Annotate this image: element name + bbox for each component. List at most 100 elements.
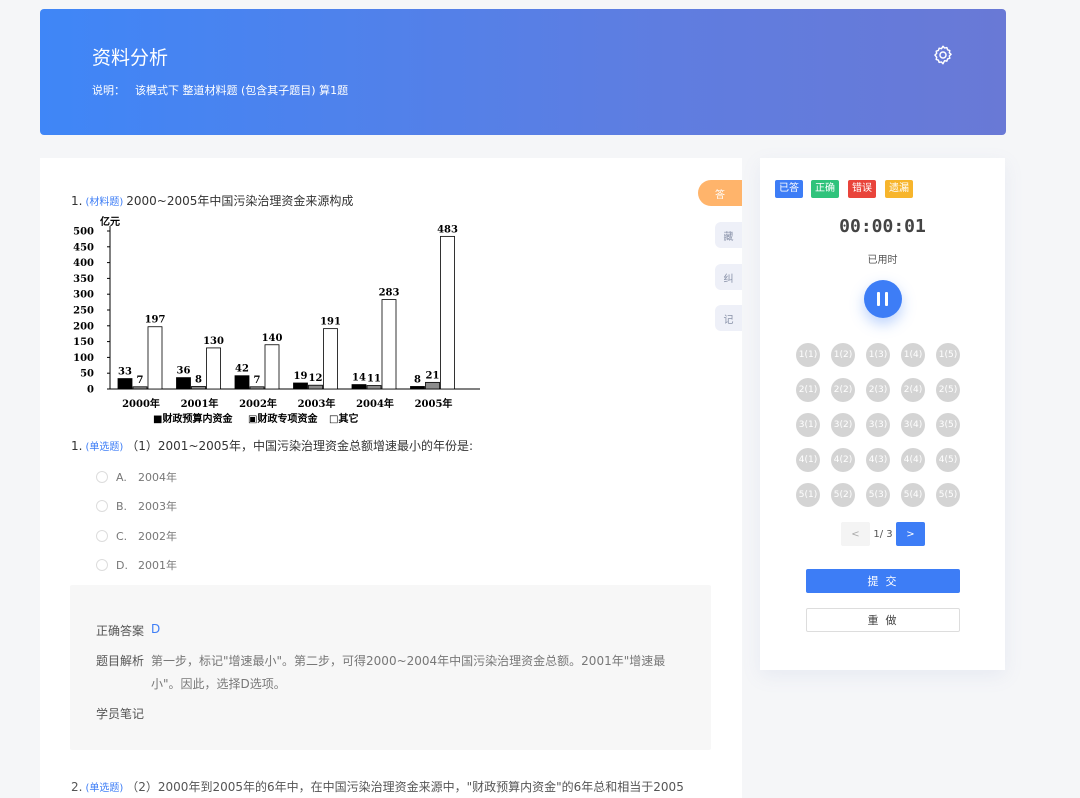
bar-1-2 bbox=[249, 386, 265, 390]
page-separator: / bbox=[879, 528, 884, 540]
sub-question-tag: (单选题) bbox=[85, 442, 124, 453]
y-tick-label: 150 bbox=[73, 337, 94, 348]
x-tick-label: 2004年 bbox=[356, 397, 394, 410]
y-tick-label: 200 bbox=[73, 321, 94, 332]
x-tick-label: 2005年 bbox=[415, 397, 453, 410]
legend-wrong: 错误 bbox=[848, 180, 876, 198]
bar-0-3 bbox=[293, 382, 308, 390]
y-tick-label: 250 bbox=[73, 306, 94, 317]
question-number-2(1)[interactable]: 2(1) bbox=[796, 378, 820, 402]
answer-sheet-panel: 已答 正确 错误 遗漏 00:00:01 已用时 1(1) 1(2) 1(3) 1(4… bbox=[760, 158, 1005, 670]
question-number-1(1)[interactable]: 1(1) bbox=[796, 343, 820, 367]
timer-label: 已用时 bbox=[867, 255, 898, 266]
question-number-2(5)[interactable]: 2(5) bbox=[936, 378, 960, 402]
question-number-3(2)[interactable]: 3(2) bbox=[831, 413, 855, 437]
y-tick-label: 300 bbox=[73, 290, 94, 301]
data-label: 283 bbox=[379, 288, 400, 299]
question-number-5(4)[interactable]: 5(4) bbox=[901, 483, 925, 507]
data-label: 12 bbox=[309, 373, 323, 384]
question-number-5(1)[interactable]: 5(1) bbox=[796, 483, 820, 507]
option-letter: B. bbox=[116, 499, 128, 513]
bar-0-0 bbox=[117, 378, 133, 390]
option-text: 2004年 bbox=[138, 471, 177, 484]
question-number-4(1)[interactable]: 4(1) bbox=[796, 448, 820, 472]
legend-correct: 正确 bbox=[811, 180, 839, 198]
question-number-1(5)[interactable]: 1(5) bbox=[936, 343, 960, 367]
x-tick-label: 2000年 bbox=[122, 397, 160, 410]
correct-answer-value: D bbox=[151, 622, 161, 636]
page-title: 资料分析 bbox=[92, 47, 169, 69]
tab-notes[interactable]: 记 bbox=[715, 305, 742, 331]
submit-button[interactable]: 提 交 bbox=[806, 569, 960, 593]
question-number-3(5)[interactable]: 3(5) bbox=[936, 413, 960, 437]
data-label: 8 bbox=[195, 374, 202, 385]
data-label: 7 bbox=[254, 375, 261, 386]
question-number-2(4)[interactable]: 2(4) bbox=[901, 378, 925, 402]
pause-button[interactable] bbox=[864, 280, 902, 318]
sub-question-text: （1）2001~2005年，中国污染治理资金总额增速最小的年份是: bbox=[126, 439, 474, 453]
legend-entry-0: ■财政预算内资金 bbox=[153, 412, 233, 425]
question-number-3(3)[interactable]: 3(3) bbox=[866, 413, 890, 437]
bar-1-3 bbox=[308, 384, 323, 390]
option-b[interactable]: B. 2003年 bbox=[96, 498, 177, 514]
radio-icon[interactable] bbox=[96, 500, 108, 512]
legend-answered: 已答 bbox=[775, 180, 803, 198]
data-label: 483 bbox=[437, 224, 458, 235]
prev-page-button[interactable]: < bbox=[841, 522, 870, 546]
bar-1-4 bbox=[366, 385, 382, 390]
analysis-label: 题目解析 bbox=[96, 654, 145, 668]
question-number-1(2)[interactable]: 1(2) bbox=[831, 343, 855, 367]
question-number-4(5)[interactable]: 4(5) bbox=[936, 448, 960, 472]
question-number-4(4)[interactable]: 4(4) bbox=[901, 448, 925, 472]
question-number-2(3)[interactable]: 2(3) bbox=[866, 378, 890, 402]
y-tick-label: 400 bbox=[73, 258, 94, 269]
question-number-1(4)[interactable]: 1(4) bbox=[901, 343, 925, 367]
data-label: 21 bbox=[426, 370, 440, 381]
x-tick-label: 2001年 bbox=[181, 397, 219, 410]
question-number-4(2)[interactable]: 4(2) bbox=[831, 448, 855, 472]
bar-1-5 bbox=[425, 381, 440, 390]
timer-display: 00:00:01 bbox=[839, 216, 926, 237]
question-number-2(2)[interactable]: 2(2) bbox=[831, 378, 855, 402]
question-number-5(2)[interactable]: 5(2) bbox=[831, 483, 855, 507]
data-label: 140 bbox=[262, 333, 283, 344]
redo-button[interactable]: 重 做 bbox=[806, 608, 960, 632]
bar-2-5 bbox=[440, 235, 455, 390]
y-tick-label: 0 bbox=[87, 385, 94, 396]
student-notes-row[interactable]: 学员笔记 bbox=[96, 705, 151, 722]
question-number-5(3)[interactable]: 5(3) bbox=[866, 483, 890, 507]
option-c[interactable]: C. 2002年 bbox=[96, 528, 177, 544]
bar-2-0 bbox=[147, 326, 163, 390]
next-question-number: 2. bbox=[71, 780, 83, 794]
gear-icon[interactable] bbox=[932, 44, 954, 66]
question-number-1(3)[interactable]: 1(3) bbox=[866, 343, 890, 367]
question-number-3(4)[interactable]: 3(4) bbox=[901, 413, 925, 437]
question-title-text: 2000~2005年中国污染治理资金来源构成 bbox=[126, 194, 354, 208]
material-question-title: 1. (材料题) 2000~2005年中国污染治理资金来源构成 bbox=[71, 192, 353, 209]
question-type-tag: (材料题) bbox=[85, 197, 124, 208]
radio-icon[interactable] bbox=[96, 471, 108, 483]
data-label: 19 bbox=[294, 371, 308, 382]
question-number-3(1)[interactable]: 3(1) bbox=[796, 413, 820, 437]
bar-1-1 bbox=[191, 386, 206, 390]
bar-2-1 bbox=[206, 347, 221, 390]
option-letter: A. bbox=[116, 470, 127, 484]
next-page-button[interactable]: > bbox=[896, 522, 925, 546]
question-number-5(5)[interactable]: 5(5) bbox=[936, 483, 960, 507]
tab-answer[interactable]: 答 bbox=[698, 180, 742, 206]
option-a[interactable]: A. 2004年 bbox=[96, 469, 177, 485]
data-label: 197 bbox=[145, 315, 166, 326]
data-label: 11 bbox=[367, 374, 381, 385]
radio-icon[interactable] bbox=[96, 559, 108, 571]
tab-correction[interactable]: 纠 bbox=[715, 264, 742, 290]
tab-favorite[interactable]: 藏 bbox=[715, 222, 742, 248]
y-axis-label: 亿元 bbox=[100, 215, 120, 228]
option-letter: D. bbox=[116, 558, 128, 572]
data-label: 7 bbox=[137, 375, 144, 386]
question-number-4(3)[interactable]: 4(3) bbox=[866, 448, 890, 472]
bar-0-1 bbox=[176, 377, 191, 390]
option-d[interactable]: D. 2001年 bbox=[96, 557, 177, 573]
legend-entry-1: ▣财政专项资金 bbox=[248, 412, 318, 425]
total-pages: 3 bbox=[886, 528, 893, 540]
radio-icon[interactable] bbox=[96, 530, 108, 542]
